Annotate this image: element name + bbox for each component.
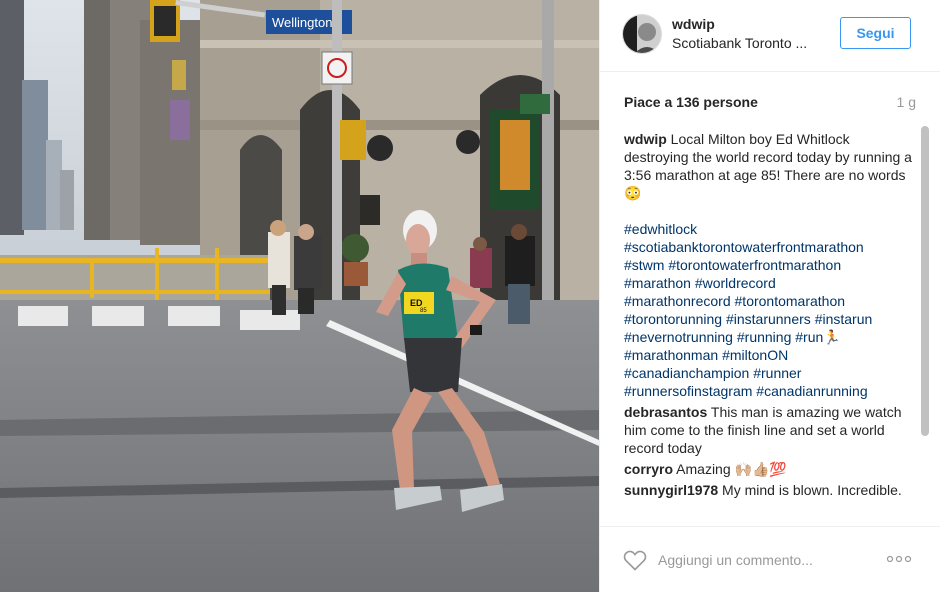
- post-username[interactable]: wdwip: [672, 16, 715, 32]
- caption-text: Local Milton boy Ed Whitlock destroying …: [624, 131, 912, 201]
- hashtag[interactable]: #marathonrecord: [624, 293, 731, 309]
- post-photo[interactable]: Wellington ED 85: [0, 0, 599, 592]
- hashtag[interactable]: #canadianchampion: [624, 365, 749, 381]
- hashtag[interactable]: #instarunners: [726, 311, 811, 327]
- likes-count[interactable]: Piace a 136 persone: [624, 94, 758, 110]
- post-time[interactable]: 1 g: [897, 94, 916, 110]
- comments-list[interactable]: wdwip Local Milton boy Ed Whitlock destr…: [624, 130, 916, 525]
- hashtag[interactable]: #torontomarathon: [735, 293, 846, 309]
- hashtag[interactable]: #torontowaterfrontmarathon: [668, 257, 841, 273]
- hashtag[interactable]: #runnersofinstagram: [624, 383, 752, 399]
- hashtag[interactable]: #instarun: [815, 311, 873, 327]
- follow-button[interactable]: Segui: [840, 17, 911, 49]
- post-side-panel: wdwip Scotiabank Toronto ... Segui Piace…: [599, 0, 940, 592]
- comment-username[interactable]: debrasantos: [624, 404, 707, 420]
- hashtag[interactable]: #torontorunning: [624, 311, 722, 327]
- comment-text: My mind is blown. Incredible.: [722, 482, 902, 498]
- post-header: wdwip Scotiabank Toronto ... Segui: [600, 0, 940, 72]
- comments-scrollbar[interactable]: [921, 126, 929, 436]
- hashtag[interactable]: #canadianrunning: [756, 383, 867, 399]
- hashtag[interactable]: #marathonman: [624, 347, 718, 363]
- avatar-image: [623, 15, 661, 53]
- caption: wdwip Local Milton boy Ed Whitlock destr…: [624, 130, 916, 202]
- caption-username[interactable]: wdwip: [624, 131, 667, 147]
- hashtag[interactable]: #stwm: [624, 257, 664, 273]
- post-footer: [600, 526, 940, 592]
- photo-scene: Wellington ED 85: [0, 0, 599, 592]
- likes-row: Piace a 136 persone 1 g: [624, 94, 916, 114]
- hashtag[interactable]: #marathon: [624, 275, 691, 291]
- hashtag[interactable]: #runner: [753, 365, 801, 381]
- post-location[interactable]: Scotiabank Toronto ...: [672, 35, 822, 51]
- comment-text: Amazing 🙌🏼👍🏼💯: [676, 461, 787, 477]
- hashtag[interactable]: #miltonON: [722, 347, 788, 363]
- hashtag[interactable]: #edwhitlock: [624, 221, 697, 237]
- hashtag[interactable]: #worldrecord: [695, 275, 776, 291]
- comment-username[interactable]: sunnygirl1978: [624, 482, 718, 498]
- comment-username[interactable]: corryro: [624, 461, 673, 477]
- comment-item: corryro Amazing 🙌🏼👍🏼💯: [624, 460, 916, 478]
- hashtag[interactable]: #run🏃: [795, 329, 840, 345]
- add-comment-input[interactable]: [658, 545, 868, 575]
- comment-item: sunnygirl1978 My mind is blown. Incredib…: [624, 481, 916, 499]
- hashtag-list: #edwhitlock #scotiabanktorontowaterfront…: [624, 220, 916, 400]
- bib-name: ED: [410, 298, 423, 308]
- street-sign: Wellington: [272, 15, 332, 30]
- bib-number: 85: [420, 308, 427, 314]
- hashtag[interactable]: #scotiabanktorontowaterfrontmarathon: [624, 239, 864, 255]
- hashtag[interactable]: #nevernotrunning: [624, 329, 733, 345]
- more-options-icon[interactable]: [886, 554, 912, 564]
- heart-outline-icon[interactable]: [623, 549, 647, 571]
- avatar[interactable]: [622, 14, 662, 54]
- comment-item: debrasantos This man is amazing we watch…: [624, 403, 916, 457]
- hashtag[interactable]: #running: [737, 329, 792, 345]
